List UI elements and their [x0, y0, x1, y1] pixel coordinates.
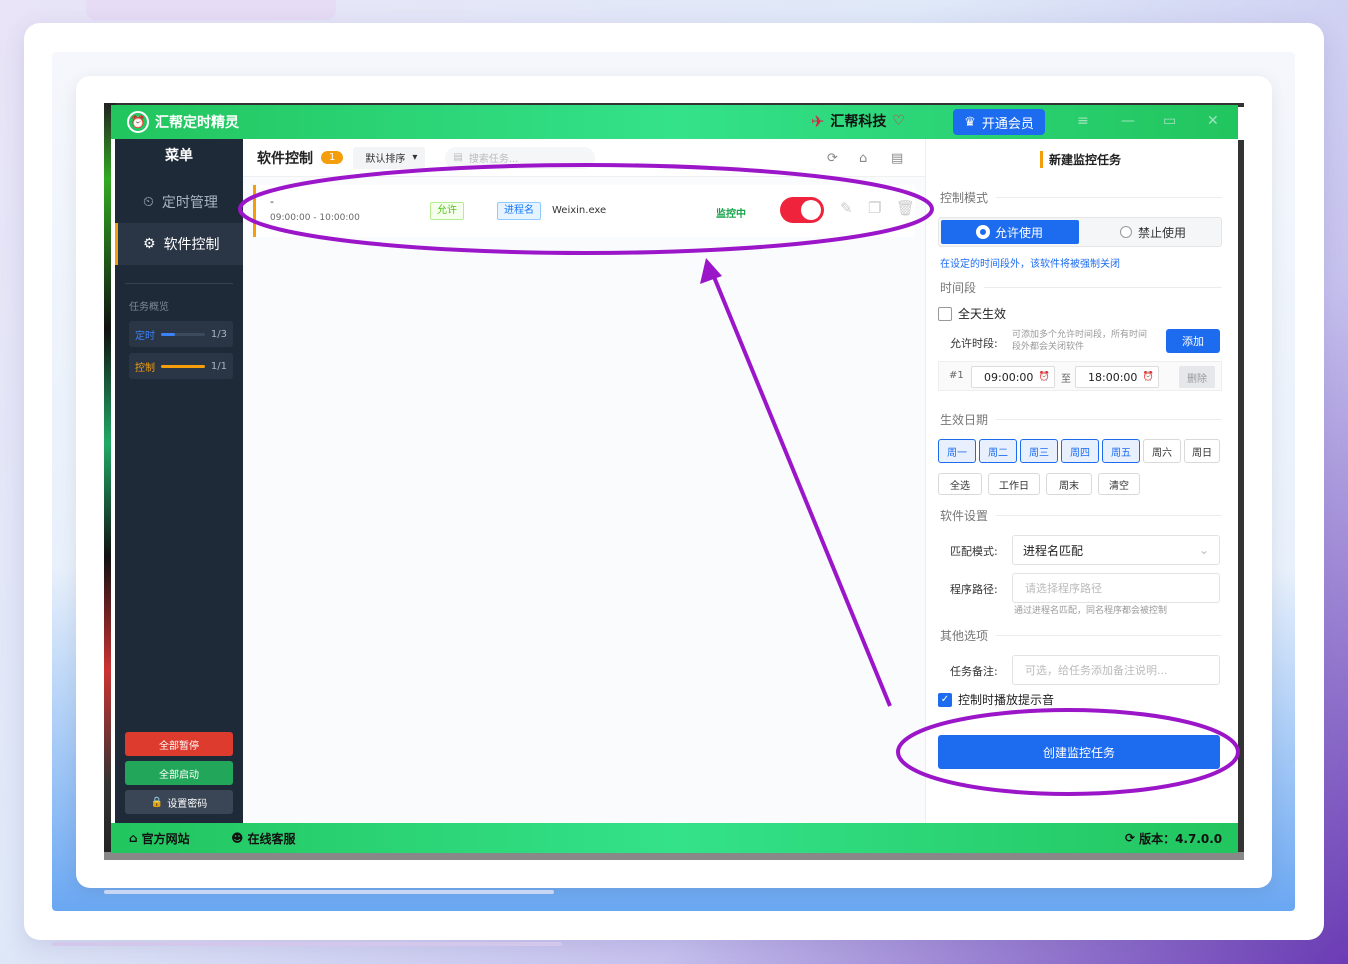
highlight-ellipse-create-button	[896, 708, 1240, 796]
annotation-arrow-head	[700, 258, 722, 284]
annotation-arrow-line	[710, 271, 892, 707]
annotation-overlay	[238, 163, 1240, 796]
highlight-ellipse-task-row	[238, 163, 934, 255]
